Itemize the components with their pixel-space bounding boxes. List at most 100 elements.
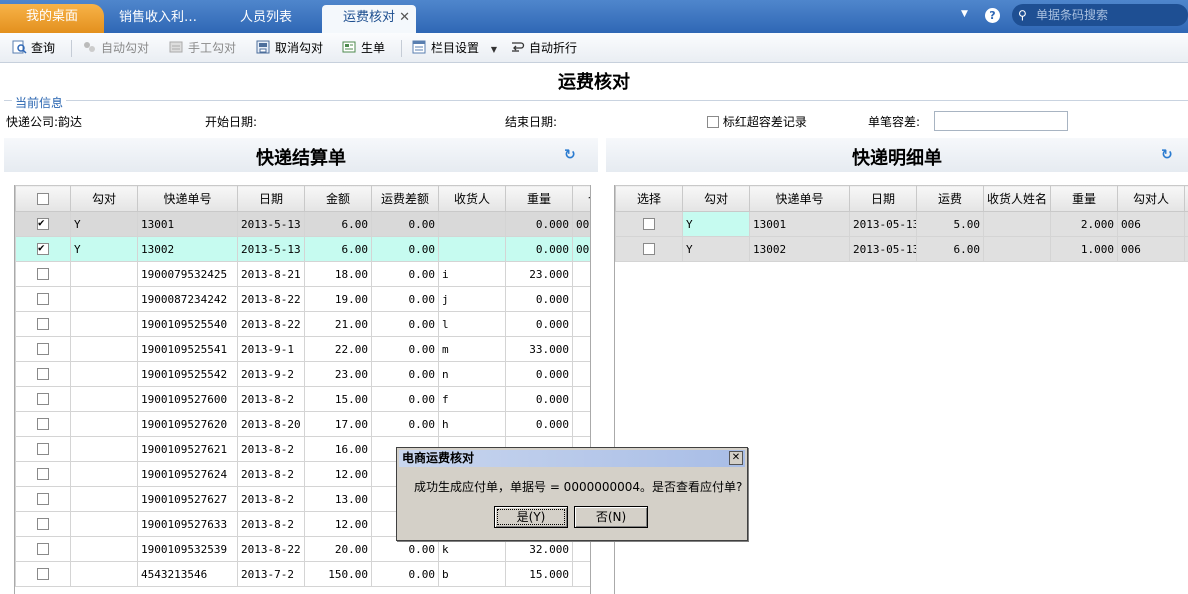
row-checkbox[interactable] bbox=[37, 417, 49, 430]
row-select-cell[interactable] bbox=[15, 536, 71, 562]
date-cell: 2013-9-1 bbox=[237, 336, 305, 362]
search-input[interactable]: ⚲ 单据条码搜索 bbox=[1012, 4, 1188, 26]
row-select-cell[interactable] bbox=[615, 236, 683, 262]
close-icon[interactable]: ✕ bbox=[729, 451, 743, 465]
auto-match-icon bbox=[84, 42, 95, 52]
table-row[interactable]: 1900109525541 2013-9-1 22.00 0.00 m 33.000 bbox=[15, 336, 590, 362]
column-header[interactable]: 运费差额 bbox=[371, 185, 439, 212]
column-header[interactable]: 日期 bbox=[849, 185, 917, 212]
table-row[interactable]: 1900087234242 2013-8-22 19.00 0.00 j 0.000 bbox=[15, 286, 590, 312]
auto-wrap-label: 自动折行 bbox=[529, 41, 578, 55]
match-cell bbox=[70, 461, 138, 487]
column-header[interactable]: 收货人 bbox=[438, 185, 506, 212]
no-button[interactable]: 否(N) bbox=[574, 506, 648, 528]
amount-cell: 19.00 bbox=[304, 286, 372, 312]
row-checkbox[interactable] bbox=[37, 542, 49, 555]
row-select-cell[interactable] bbox=[15, 211, 71, 237]
row-select-cell[interactable] bbox=[15, 436, 71, 462]
column-header[interactable]: 金额 bbox=[304, 185, 372, 212]
row-checkbox[interactable] bbox=[37, 267, 49, 280]
row-checkbox[interactable] bbox=[37, 216, 49, 230]
match-cell bbox=[70, 336, 138, 362]
manual-match-button[interactable]: 手工勾对 bbox=[169, 39, 236, 57]
generate-button[interactable]: 生单 bbox=[342, 39, 385, 57]
date-cell: 2013-8-2 bbox=[237, 511, 305, 537]
row-select-cell[interactable] bbox=[15, 261, 71, 287]
table-row[interactable]: Y130022013-5-136.000.00 0.000006 bbox=[15, 236, 590, 262]
column-header[interactable]: 仓 bbox=[572, 185, 590, 212]
row-select-cell[interactable] bbox=[15, 236, 71, 262]
weight-cell: 1.000 bbox=[1050, 236, 1118, 262]
flag-over-tolerance[interactable]: 标红超容差记录 bbox=[707, 113, 807, 130]
table-row[interactable]: Y 13001 2013-05-13 5.00 2.000 006 bbox=[615, 211, 1188, 237]
row-checkbox[interactable] bbox=[37, 392, 49, 405]
table-row[interactable]: 4543213546 2013-7-2 150.00 0.00 b 15.000 bbox=[15, 561, 590, 587]
tab-desktop[interactable]: 我的桌面 bbox=[0, 4, 104, 33]
row-checkbox[interactable] bbox=[643, 242, 655, 255]
divider bbox=[71, 40, 72, 57]
column-header[interactable]: 运费 bbox=[916, 185, 984, 212]
row-checkbox[interactable] bbox=[37, 367, 49, 380]
row-select-cell[interactable] bbox=[15, 361, 71, 387]
row-select-cell[interactable] bbox=[15, 286, 71, 312]
date-cell: 2013-8-21 bbox=[237, 261, 305, 287]
column-header[interactable]: 勾对 bbox=[682, 185, 750, 212]
table-row[interactable]: Y 13002 2013-05-13 6.00 1.000 006 bbox=[615, 236, 1188, 262]
row-select-cell[interactable] bbox=[15, 561, 71, 587]
refresh-icon[interactable]: ↻ bbox=[564, 147, 576, 163]
row-checkbox[interactable] bbox=[37, 567, 49, 580]
chevron-down-icon[interactable]: ▼ bbox=[491, 45, 497, 54]
tolerance-input[interactable] bbox=[934, 111, 1068, 131]
auto-match-button[interactable]: 自动勾对 bbox=[82, 39, 149, 57]
row-checkbox[interactable] bbox=[643, 217, 655, 230]
row-select-cell[interactable] bbox=[15, 336, 71, 362]
table-row[interactable]: 1900109525542 2013-9-2 23.00 0.00 n 0.000 bbox=[15, 361, 590, 387]
column-header[interactable]: 重量 bbox=[505, 185, 573, 212]
row-checkbox[interactable] bbox=[37, 241, 49, 255]
row-checkbox[interactable] bbox=[37, 292, 49, 305]
table-row[interactable]: 1900079532425 2013-8-21 18.00 0.00 i 23.000 bbox=[15, 261, 590, 287]
column-settings-button[interactable]: 栏目设置 ▼ bbox=[412, 39, 497, 57]
refresh-icon[interactable]: ↻ bbox=[1161, 147, 1173, 163]
flag-checkbox[interactable] bbox=[707, 116, 719, 128]
select-all-checkbox[interactable] bbox=[37, 192, 49, 205]
cancel-match-button[interactable]: 取消勾对 bbox=[256, 39, 323, 57]
column-header[interactable]: 勾对人 bbox=[1117, 185, 1185, 212]
column-header[interactable]: 收货人姓名 bbox=[983, 185, 1051, 212]
yes-button[interactable]: 是(Y) bbox=[494, 506, 568, 528]
row-checkbox[interactable] bbox=[37, 467, 49, 480]
tab-freight-check[interactable]: 运费核对 ✕ bbox=[322, 5, 416, 33]
select-all-header[interactable] bbox=[15, 185, 71, 212]
row-checkbox[interactable] bbox=[37, 442, 49, 455]
table-row[interactable]: Y130012013-5-136.000.00 0.000006 bbox=[15, 211, 590, 237]
weight-cell: 0.000 bbox=[505, 311, 573, 337]
row-select-cell[interactable] bbox=[15, 486, 71, 512]
row-checkbox[interactable] bbox=[37, 517, 49, 530]
row-select-cell[interactable] bbox=[15, 411, 71, 437]
query-button[interactable]: 查询 bbox=[12, 39, 55, 57]
match-cell: Y bbox=[682, 236, 750, 262]
row-checkbox[interactable] bbox=[37, 342, 49, 355]
column-header[interactable]: 日期 bbox=[237, 185, 305, 212]
row-select-cell[interactable] bbox=[615, 211, 683, 237]
auto-wrap-button[interactable]: 自动折行 bbox=[510, 39, 577, 57]
row-select-cell[interactable] bbox=[15, 511, 71, 537]
row-select-cell[interactable] bbox=[15, 311, 71, 337]
help-icon[interactable]: ? bbox=[985, 8, 1000, 23]
table-row[interactable]: 1900109527600 2013-8-2 15.00 0.00 f 0.000 bbox=[15, 386, 590, 412]
row-select-cell[interactable] bbox=[15, 386, 71, 412]
close-icon[interactable]: ✕ bbox=[399, 5, 410, 31]
column-header[interactable]: 快递单号 bbox=[137, 185, 238, 212]
tab-sales-income[interactable]: 销售收入利… bbox=[106, 5, 210, 33]
table-row[interactable]: 1900109527620 2013-8-20 17.00 0.00 h 0.000 bbox=[15, 411, 590, 437]
row-select-cell[interactable] bbox=[15, 461, 71, 487]
column-header[interactable]: 快递单号 bbox=[749, 185, 850, 212]
row-checkbox[interactable] bbox=[37, 492, 49, 505]
chevron-down-icon[interactable]: ▼ bbox=[961, 9, 968, 19]
column-header[interactable]: 勾对 bbox=[70, 185, 138, 212]
column-header[interactable]: 选择 bbox=[615, 185, 683, 212]
column-header[interactable]: 重量 bbox=[1050, 185, 1118, 212]
row-checkbox[interactable] bbox=[37, 317, 49, 330]
table-row[interactable]: 1900109525540 2013-8-22 21.00 0.00 l 0.000 bbox=[15, 311, 590, 337]
tab-staff-list[interactable]: 人员列表 bbox=[214, 5, 318, 33]
